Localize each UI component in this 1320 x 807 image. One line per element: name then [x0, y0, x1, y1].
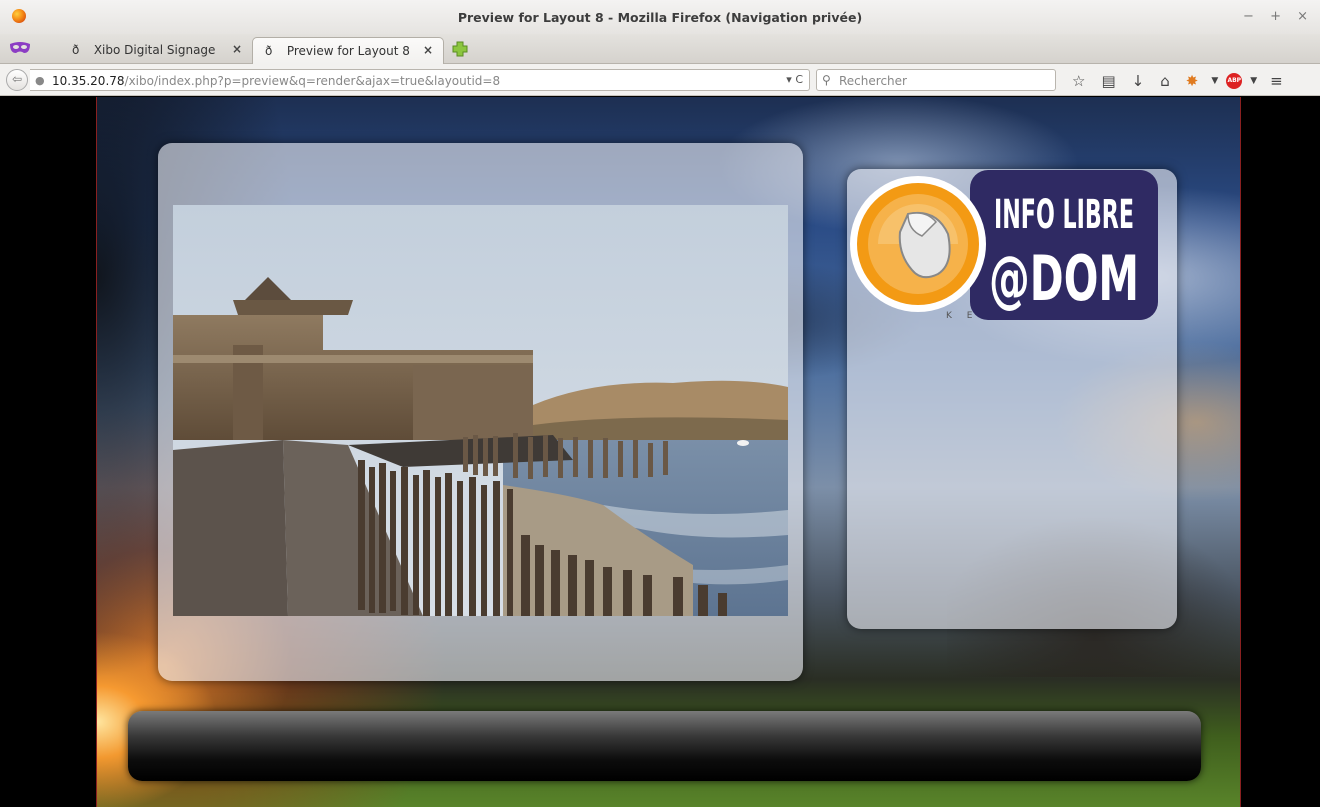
- logo-text-line1: INFO LIBRE: [994, 192, 1134, 238]
- toolbar-icons: ☆ ▤ ↓ ⌂ ✸ ▼ ABP ▼ ≡: [1064, 70, 1291, 92]
- xibo-favicon-icon: ð: [72, 43, 80, 57]
- xibo-favicon-icon: ð: [265, 44, 273, 58]
- tab-label: Preview for Layout 8: [286, 44, 410, 58]
- url-text[interactable]: 10.35.20.78/xibo/index.php?p=preview&q=r…: [52, 74, 500, 88]
- site-identity-icon[interactable]: ●: [35, 74, 45, 87]
- private-browsing-mask-icon: [10, 42, 30, 53]
- tab-xibo-digital-signage[interactable]: ð Xibo Digital Signage ×: [60, 37, 252, 64]
- search-bar[interactable]: ⚲ Rechercher: [816, 69, 1056, 91]
- window-titlebar: Preview for Layout 8 - Mozilla Firefox (…: [0, 0, 1320, 34]
- download-icon[interactable]: ↓: [1132, 72, 1145, 90]
- reading-list-icon[interactable]: ▤: [1101, 72, 1115, 90]
- tab-preview-layout-8[interactable]: ð Preview for Layout 8 ×: [252, 37, 444, 64]
- back-arrow-icon[interactable]: ⇦: [6, 69, 28, 91]
- layout-preview-stage: INFO LIBRE @DOM K E: [96, 97, 1241, 807]
- tab-label: Xibo Digital Signage: [93, 43, 216, 57]
- window-controls[interactable]: − + ×: [1243, 9, 1314, 24]
- search-placeholder: Rechercher: [839, 74, 907, 88]
- url-bar[interactable]: ● 10.35.20.78/xibo/index.php?p=preview&q…: [30, 69, 810, 91]
- coastal-fortress-photo: [173, 205, 788, 616]
- ticker-region-bar: [128, 711, 1201, 781]
- adblock-plus-icon[interactable]: ABP: [1226, 73, 1243, 89]
- url-path: /xibo/index.php?p=preview&q=render&ajax=…: [124, 74, 501, 88]
- menu-icon[interactable]: ≡: [1270, 72, 1283, 90]
- search-icon: ⚲: [822, 73, 831, 87]
- bookmark-star-icon[interactable]: ☆: [1072, 72, 1085, 90]
- firebug-icon[interactable]: ✸: [1186, 72, 1199, 90]
- close-tab-icon[interactable]: ×: [423, 43, 433, 57]
- chevron-down-icon[interactable]: ▼: [1211, 72, 1218, 90]
- new-tab-plus-icon[interactable]: [450, 40, 470, 58]
- close-tab-icon[interactable]: ×: [232, 42, 242, 56]
- page-content: INFO LIBRE @DOM K E: [0, 97, 1320, 807]
- window-title: Preview for Layout 8 - Mozilla Firefox (…: [457, 10, 863, 25]
- url-host: 10.35.20.78: [52, 74, 125, 88]
- logo-subtext: K E: [946, 311, 978, 320]
- history-dropdown-reload-icon[interactable]: ▾ C: [786, 73, 803, 86]
- tab-strip: ð Xibo Digital Signage × ð Preview for L…: [0, 34, 1320, 64]
- home-icon[interactable]: ⌂: [1160, 72, 1170, 90]
- chevron-down-icon[interactable]: ▼: [1250, 72, 1257, 90]
- logo-text-line2: @DOM: [989, 242, 1139, 315]
- navigation-toolbar: ⇦ ● 10.35.20.78/xibo/index.php?p=preview…: [0, 64, 1320, 96]
- info-libre-dom-logo: INFO LIBRE @DOM K E: [850, 170, 1158, 320]
